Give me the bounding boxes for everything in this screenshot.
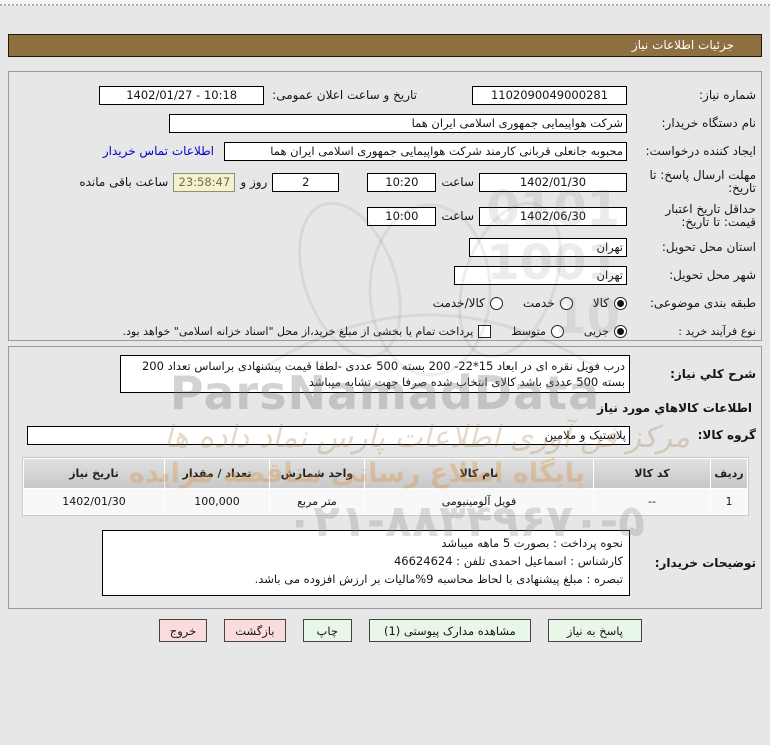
deadline-hour-label: ساعت [441, 175, 474, 189]
radio-option-label: جزیی [583, 324, 609, 338]
goods-info-heading: اطلاعات کالاهاي مورد نیاز [597, 401, 752, 415]
countdown-timer: 23:58:47 [173, 172, 236, 192]
row-need-description: شرح کلي نیاز: درب فویل نقره ای در ابعاد … [15, 355, 756, 393]
back-button[interactable]: بازگشت [224, 619, 286, 642]
cell-quantity: 100,000 [165, 489, 269, 514]
row-price-validity: حداقل تاریخ اعتبار قیمت: تا تاریخ: 1402/… [15, 203, 756, 229]
radio-option-label: متوسط [511, 324, 546, 338]
col-goods-code: کد کالا [594, 459, 710, 488]
delivery-province-field[interactable]: تهران [469, 237, 627, 257]
view-attachments-button[interactable]: مشاهده مدارک پیوستی (1) [368, 619, 531, 642]
process-type-label: نوع فرآیند خرید : [678, 324, 756, 338]
remaining-days-field[interactable]: 2 [272, 172, 340, 192]
treasury-checkbox-label: پرداخت تمام یا بخشی از مبلغ خرید،از محل … [122, 324, 474, 338]
radio-selected-icon [614, 296, 627, 310]
delivery-city-field[interactable]: تهران [454, 265, 627, 285]
row-goods-group: گروه کالا: پلاستیک و ملامین [15, 425, 756, 445]
col-unit: واحد شمارش [270, 459, 364, 488]
table-row: 1 -- فویل آلومینیومی متر مربع 100,000 14… [24, 489, 747, 514]
radio-icon [489, 296, 503, 310]
treasury-payment-checkbox[interactable]: پرداخت تمام یا بخشی از مبلغ خرید،از محل … [122, 324, 492, 338]
respond-to-need-button[interactable]: پاسخ به نیاز [547, 619, 642, 642]
top-dotted-divider [0, 0, 770, 6]
cell-need-date: 1402/01/30 [24, 489, 164, 514]
radio-icon [550, 324, 564, 338]
need-description-field[interactable]: درب فویل نقره ای در ابعاد 15*22- 200 بست… [120, 355, 630, 393]
row-process-type: نوع فرآیند خرید : جزیی متوسط پرداخت تمام… [15, 321, 756, 341]
checkbox-icon [478, 324, 492, 338]
buyer-note-line: کارشناس : اسماعیل احمدی تلفن : 46624624 [393, 554, 623, 568]
need-number-field[interactable]: 1102090049000281 [472, 85, 627, 105]
row-delivery-province: استان محل تحویل: تهران [15, 237, 756, 257]
goods-group-label: گروه کالا: [697, 428, 756, 442]
countdown-label: ساعت باقی مانده [79, 175, 169, 189]
buyer-note-line: تبصره : مبلغ پیشنهادی با لحاظ محاسبه 9%م… [254, 572, 623, 586]
buyer-notes-label: توضیحات خریدار: [654, 556, 756, 570]
cell-goods-code: -- [594, 489, 710, 514]
request-creator-field[interactable]: محبوبه جانعلی قربانی کارمند شرکت هواپیما… [224, 141, 627, 161]
radio-option-minor[interactable]: جزیی [583, 324, 627, 338]
validity-hour-label: ساعت [441, 209, 474, 223]
row-reply-deadline: مهلت ارسال پاسخ: تا تاریخ: 1402/01/30 سا… [15, 169, 756, 195]
delivery-city-label: شهر محل تحویل: [669, 267, 756, 282]
price-validity-date-field[interactable]: 1402/06/30 [479, 206, 627, 226]
goods-table-header-row: ردیف کد کالا نام کالا واحد شمارش تعداد /… [24, 459, 747, 488]
price-validity-label: حداقل تاریخ اعتبار قیمت: تا تاریخ: [665, 202, 756, 229]
buyer-org-field[interactable]: شرکت هواپیمایی جمهوری اسلامی ایران هما [169, 113, 627, 133]
need-description-label: شرح کلي نیاز: [670, 367, 756, 381]
exit-button[interactable]: خروج [158, 619, 208, 642]
radio-option-label: خدمت [522, 296, 555, 310]
radio-option-label: کالا [592, 296, 609, 310]
announce-datetime-field[interactable]: 1402/01/27 - 10:18 [99, 85, 265, 105]
cell-unit: متر مربع [270, 489, 364, 514]
row-request-creator: ایجاد کننده درخواست: محبوبه جانعلی قربان… [15, 141, 756, 161]
radio-option-medium[interactable]: متوسط [511, 324, 564, 338]
radio-icon [559, 296, 573, 310]
row-buyer-org: نام دستگاه خریدار: شرکت هواپیمایی جمهوری… [15, 113, 756, 133]
print-button[interactable]: چاپ [302, 619, 352, 642]
price-validity-time-field[interactable]: 10:00 [367, 206, 437, 226]
announce-datetime-label: تاریخ و ساعت اعلان عمومی: [272, 88, 417, 102]
buyer-note-line: نحوه پرداخت : بصورت 5 ماهه میباشد [441, 536, 623, 550]
action-buttons: پاسخ به نیاز مشاهده مدارک پیوستی (1) چاپ… [0, 619, 642, 642]
delivery-province-label: استان محل تحویل: [661, 239, 756, 254]
cell-goods-name: فویل آلومینیومی [365, 489, 593, 514]
need-number-label: شماره نیاز: [699, 87, 756, 102]
goods-table: ردیف کد کالا نام کالا واحد شمارش تعداد /… [22, 457, 749, 516]
row-need-number: شماره نیاز: 1102090049000281 تاریخ و ساع… [15, 85, 756, 105]
goods-group-field[interactable]: پلاستیک و ملامین [27, 425, 630, 445]
col-goods-name: نام کالا [365, 459, 593, 488]
remaining-days-label: روز و [240, 175, 268, 189]
cell-row-index: 1 [711, 489, 747, 514]
radio-option-service[interactable]: خدمت [523, 296, 573, 310]
page-title: جزئیات اطلاعات نیاز [8, 34, 762, 57]
row-delivery-city: شهر محل تحویل: تهران [15, 265, 756, 285]
subject-class-label: طبقه بندی موضوعی: [649, 295, 756, 310]
radio-option-goods-service[interactable]: کالا/خدمت [433, 296, 503, 310]
radio-option-label: کالا/خدمت [432, 296, 485, 310]
page: { "page": { "title_bar": "جزئیات اطلاعات… [0, 0, 770, 745]
reply-deadline-label: مهلت ارسال پاسخ: تا تاریخ: [649, 168, 756, 195]
request-creator-label: ایجاد کننده درخواست: [645, 143, 756, 158]
col-need-date: تاریخ نیاز [24, 459, 164, 488]
col-quantity: تعداد / مقدار [165, 459, 269, 488]
buyer-notes-field[interactable]: نحوه پرداخت : بصورت 5 ماهه میباشد کارشنا… [102, 530, 630, 596]
need-details-panel: شرح کلي نیاز: درب فویل نقره ای در ابعاد … [8, 346, 762, 609]
reply-deadline-time-field[interactable]: 10:20 [367, 172, 437, 192]
radio-selected-icon [614, 324, 627, 338]
request-info-panel: شماره نیاز: 1102090049000281 تاریخ و ساع… [8, 71, 762, 341]
radio-option-goods[interactable]: کالا [593, 296, 627, 310]
row-subject-class: طبقه بندی موضوعی: کالا خدمت کالا/خدمت [15, 293, 756, 313]
buyer-org-label: نام دستگاه خریدار: [661, 115, 757, 130]
buyer-contact-link[interactable]: اطلاعات تماس خریدار [103, 144, 214, 158]
row-buyer-notes: توضیحات خریدار: نحوه پرداخت : بصورت 5 ما… [15, 530, 756, 596]
reply-deadline-date-field[interactable]: 1402/01/30 [479, 172, 627, 192]
col-row-index: ردیف [711, 459, 747, 488]
